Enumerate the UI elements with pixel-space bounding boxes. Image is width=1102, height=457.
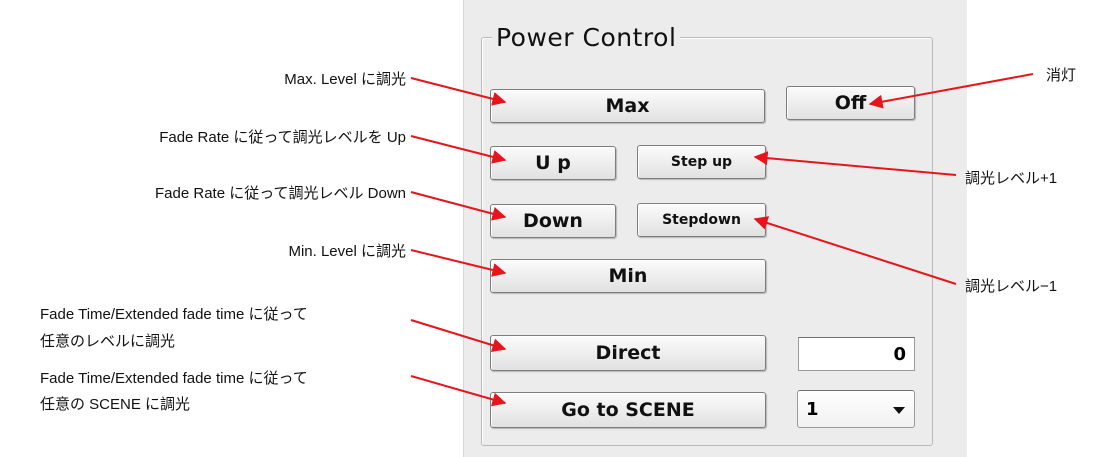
arrow-min: [410, 249, 507, 277]
arrow-off: [868, 73, 1034, 109]
arrow-scene: [410, 375, 507, 407]
arrow-up: [410, 135, 507, 164]
annotation-arrows: [410, 73, 1034, 407]
arrow-step-down: [753, 216, 957, 285]
arrow-direct: [410, 319, 507, 352]
arrow-down: [410, 191, 507, 221]
arrow-max: [410, 77, 507, 106]
arrow-step-up: [753, 151, 957, 176]
